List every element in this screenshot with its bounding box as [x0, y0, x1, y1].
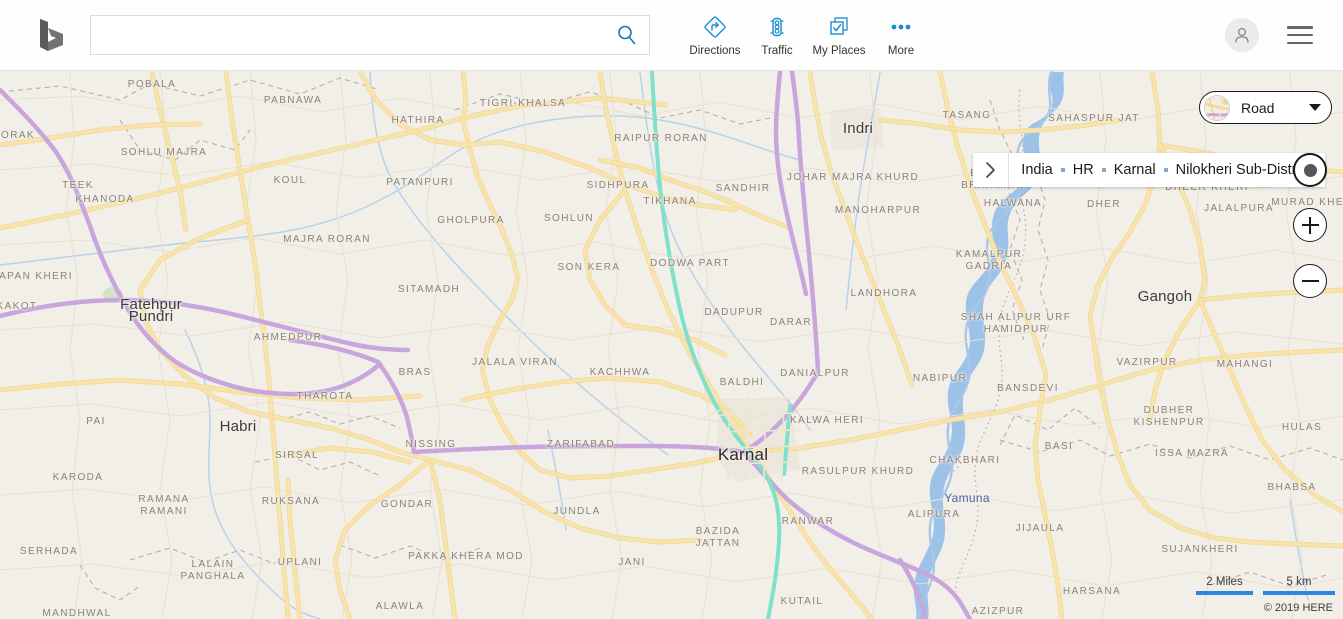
highway-teal	[650, 70, 792, 619]
tool-directions[interactable]: Directions	[684, 14, 746, 57]
map-vector-layer: .rd-mj { fill:none; stroke:#f3d98f; stro…	[0, 69, 1343, 619]
breadcrumb-separator	[1163, 168, 1168, 172]
zoom-in-button[interactable]	[1293, 208, 1327, 242]
scale-bar: 2 Miles 5 km	[1196, 576, 1335, 595]
header-right-group	[1225, 18, 1313, 52]
tool-label: More	[887, 44, 915, 57]
menu-bar	[1287, 26, 1313, 29]
map-canvas[interactable]: .rd-mj { fill:none; stroke:#f3d98f; stro…	[0, 0, 1343, 619]
zoom-out-button[interactable]	[1293, 264, 1327, 298]
map-style-label: Road	[1241, 99, 1275, 116]
plus-vertical	[1308, 216, 1312, 234]
scale-miles: 2 Miles	[1196, 576, 1253, 595]
chevron-right-icon	[986, 162, 996, 178]
top-header-bar: Directions Traffic My Places More	[0, 0, 1343, 71]
hamburger-menu-icon[interactable]	[1287, 26, 1313, 44]
menu-bar	[1287, 41, 1313, 44]
breadcrumb-segment[interactable]: HR	[1073, 162, 1094, 178]
chevron-down-icon[interactable]	[1309, 104, 1321, 111]
search-icon	[618, 25, 636, 45]
tool-my-places[interactable]: My Places	[808, 14, 870, 57]
breadcrumb-separator	[1060, 168, 1065, 172]
avatar[interactable]	[1225, 18, 1259, 52]
map-style-thumbnail	[1204, 94, 1230, 121]
search-input[interactable]	[91, 16, 605, 54]
scale-miles-label: 2 Miles	[1206, 576, 1243, 588]
tool-more[interactable]: More	[870, 14, 932, 57]
breadcrumb-segment[interactable]: Nilokheri Sub-District	[1176, 162, 1311, 178]
bing-maps-app: .rd-mj { fill:none; stroke:#f3d98f; stro…	[0, 0, 1343, 619]
breadcrumb-separator	[1101, 168, 1106, 172]
tool-label: Directions	[689, 44, 741, 57]
tool-label: Traffic	[761, 44, 793, 57]
header-tools: Directions Traffic My Places More	[684, 14, 932, 57]
breadcrumb-segment[interactable]: India	[1021, 162, 1052, 178]
locate-dot	[1303, 163, 1317, 177]
breadcrumb-expand-button[interactable]	[973, 153, 1010, 187]
more-ellipsis-icon	[887, 14, 915, 40]
breadcrumb: India HR Karnal Nilokheri Sub-District	[973, 153, 1325, 187]
directions-icon	[703, 14, 727, 40]
traffic-light-icon	[765, 14, 789, 40]
bing-logo-icon[interactable]	[38, 18, 68, 52]
locate-target-icon[interactable]	[1293, 153, 1327, 187]
person-icon	[1235, 27, 1249, 43]
tool-traffic[interactable]: Traffic	[746, 14, 808, 57]
scale-km-bar	[1263, 591, 1335, 595]
scale-miles-bar	[1196, 591, 1253, 595]
my-places-icon	[827, 14, 851, 40]
breadcrumb-segment[interactable]: Karnal	[1114, 162, 1156, 178]
minus-horizontal	[1301, 279, 1319, 283]
scale-km-label: 5 km	[1286, 576, 1312, 588]
search-box[interactable]	[90, 15, 650, 55]
scale-km: 5 km	[1263, 576, 1335, 595]
menu-bar	[1287, 33, 1313, 37]
breadcrumb-path: India HR Karnal Nilokheri Sub-District	[1009, 162, 1325, 178]
tool-label: My Places	[812, 44, 866, 57]
map-style-picker[interactable]: Road	[1199, 91, 1332, 124]
search-button[interactable]	[605, 16, 649, 54]
map-attribution: © 2019 HERE	[1263, 602, 1333, 614]
